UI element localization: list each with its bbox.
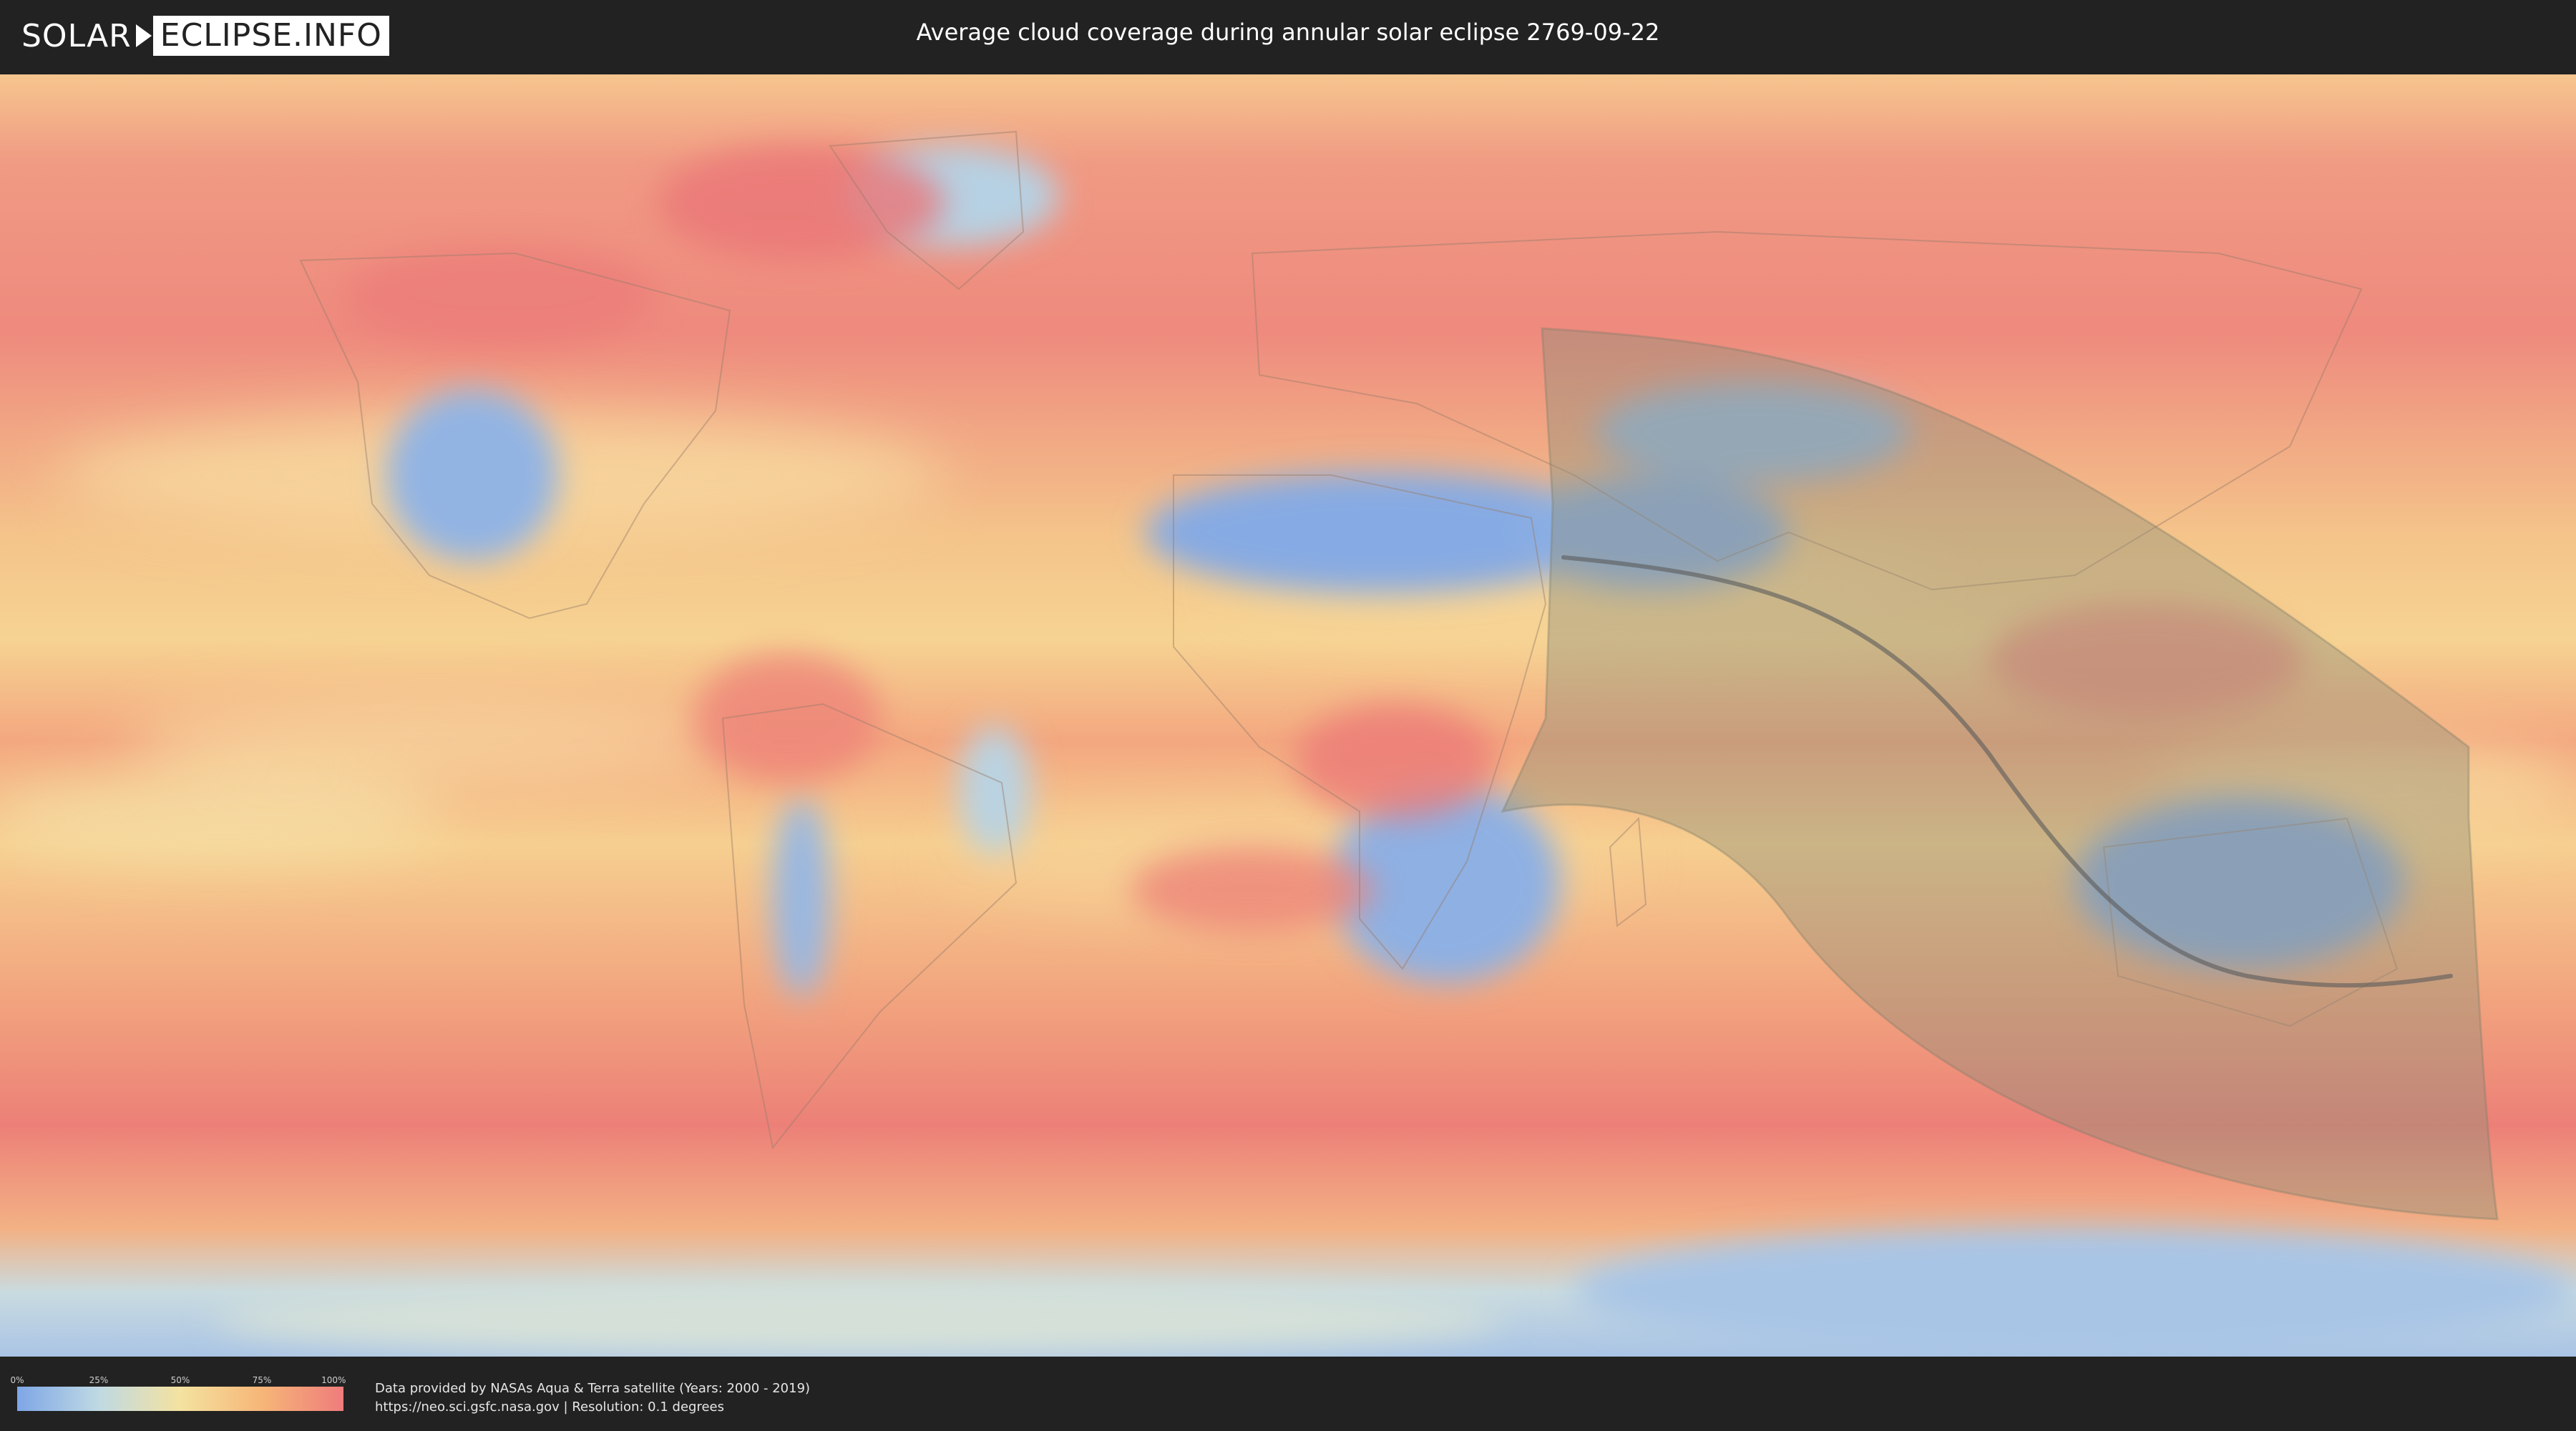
legend-ticks: 0% 25% 50% 75% 100% — [10, 1375, 346, 1387]
footer-bar: 0% 25% 50% 75% 100% Data provided by NAS… — [0, 1357, 2576, 1431]
map-svg — [0, 74, 2576, 1357]
header-bar: SOLAR ECLIPSE.INFO Average cloud coverag… — [0, 0, 2576, 72]
legend-tick-100: 100% — [321, 1375, 346, 1385]
legend-tick-75: 75% — [252, 1375, 272, 1385]
attribution-line-2[interactable]: https://neo.sci.gsfc.nasa.gov | Resoluti… — [375, 1398, 810, 1417]
legend-color-bar — [17, 1387, 343, 1411]
data-attribution: Data provided by NASAs Aqua & Terra sate… — [375, 1379, 810, 1417]
page-title: Average cloud coverage during annular so… — [916, 19, 1660, 46]
cloud-coverage-map[interactable] — [0, 74, 2576, 1357]
attribution-line-1: Data provided by NASAs Aqua & Terra sate… — [375, 1381, 811, 1396]
legend-tick-25: 25% — [89, 1375, 109, 1385]
cloud-coverage-legend: 0% 25% 50% 75% 100% — [10, 1375, 346, 1411]
legend-tick-50: 50% — [170, 1375, 190, 1385]
legend-tick-0: 0% — [10, 1375, 24, 1385]
